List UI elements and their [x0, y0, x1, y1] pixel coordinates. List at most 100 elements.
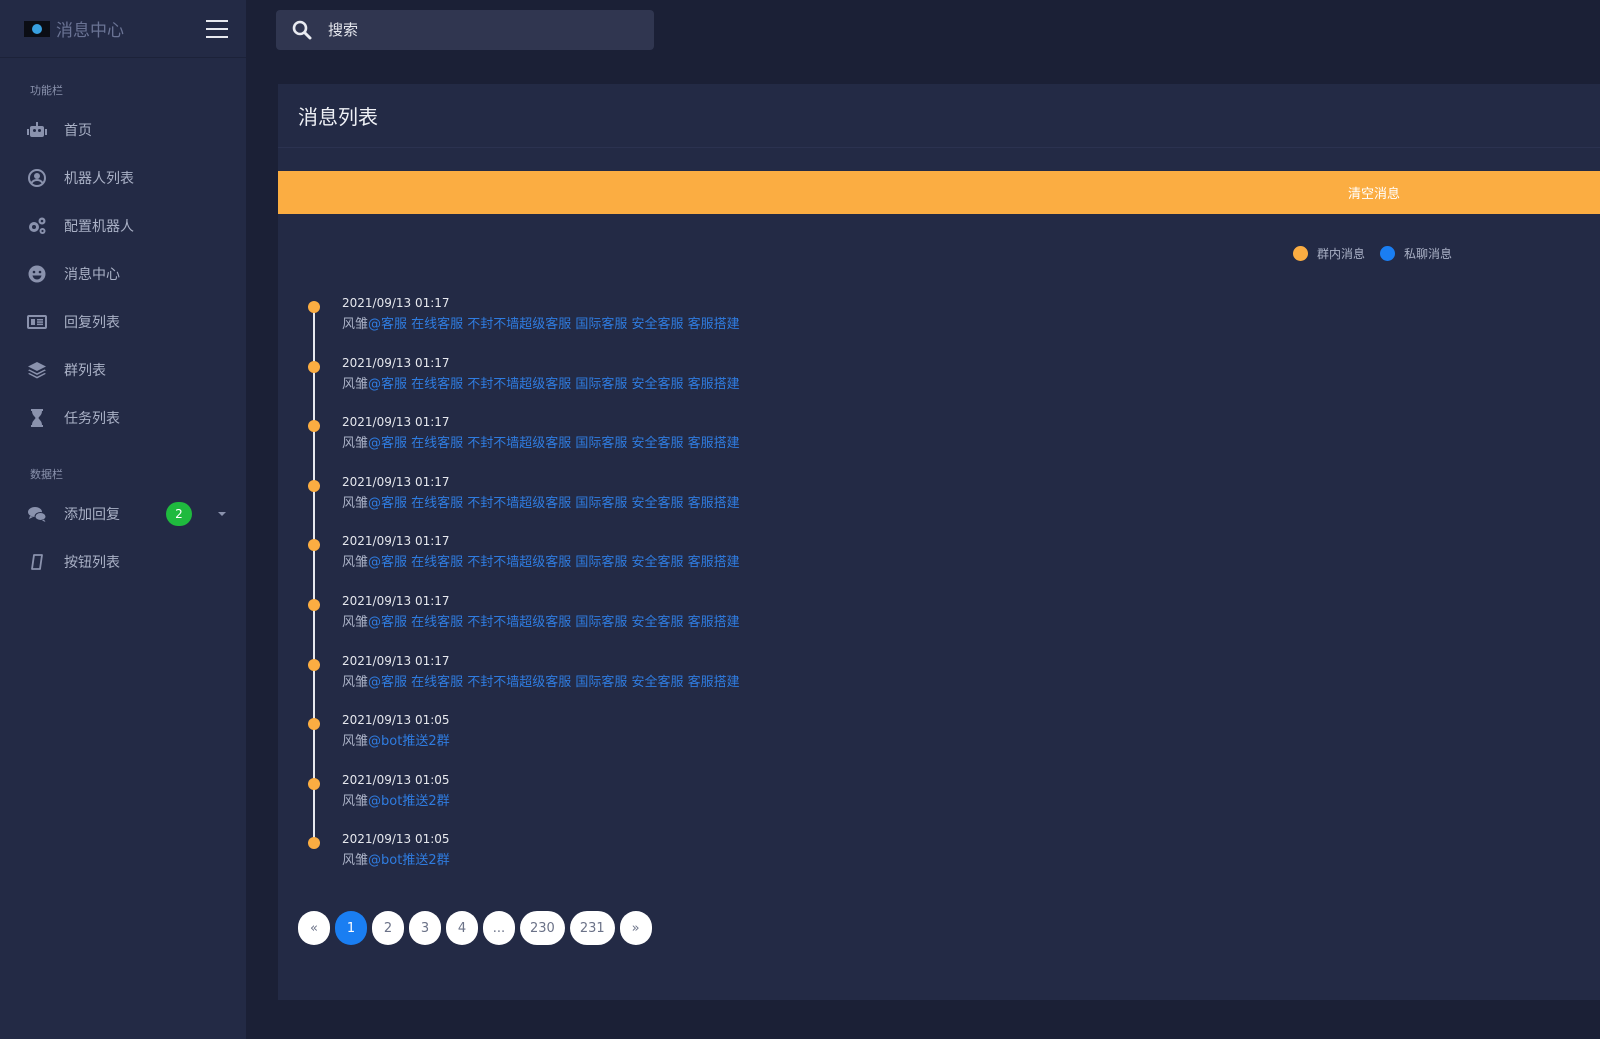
comments-icon: [26, 503, 48, 525]
message-link[interactable]: @客服 在线客服 不封不墙超级客服 国际客服 安全客服 客服搭建: [368, 496, 740, 511]
timeline-dot: [308, 598, 320, 611]
sidebar-item-home[interactable]: 首页: [0, 106, 246, 154]
message-link[interactable]: @bot推送2群: [368, 794, 450, 809]
page-title: 消息列表: [278, 84, 1600, 148]
menu-toggle-button[interactable]: [206, 19, 228, 38]
legend-label: 私聊消息: [1404, 247, 1453, 261]
message-time: 2021/09/13 01:17: [342, 474, 450, 489]
pagination-prev-button[interactable]: «: [298, 911, 330, 945]
message-time: 2021/09/13 01:17: [342, 593, 450, 608]
sidebar-item-group-list[interactable]: 群列表: [0, 346, 246, 394]
pagination-next-button[interactable]: »: [619, 911, 652, 945]
legend-dot: [1293, 246, 1308, 261]
sidebar-item-label: 添加回复: [64, 507, 120, 523]
message-link[interactable]: @客服 在线客服 不封不墙超级客服 国际客服 安全客服 客服搭建: [368, 317, 740, 332]
timeline-dot: [308, 718, 320, 731]
sidebar-item-reply-list[interactable]: 回复列表: [0, 298, 246, 346]
topbar: [246, 0, 1600, 60]
message-link[interactable]: @客服 在线客服 不封不墙超级客服 国际客服 安全客服 客服搭建: [368, 615, 740, 630]
sidebar-item-add-reply[interactable]: 添加回复 2: [0, 490, 246, 538]
tablet-icon: [26, 551, 48, 573]
section-title-data: 数据栏: [30, 468, 63, 481]
message-link[interactable]: @客服 在线客服 不封不墙超级客服 国际客服 安全客服 客服搭建: [368, 675, 740, 690]
chevron-down-icon[interactable]: [218, 512, 226, 516]
sidebar-item-robot-list[interactable]: 机器人列表: [0, 154, 246, 202]
pagination-page-button[interactable]: 4: [446, 911, 478, 945]
message-link[interactable]: @客服 在线客服 不封不墙超级客服 国际客服 安全客服 客服搭建: [368, 436, 740, 451]
list-item: 2021/09/13 01:05 风雏@bot推送2群: [306, 830, 1206, 890]
robot-icon: [26, 119, 48, 141]
brand-title: 消息中心: [56, 21, 124, 41]
message-sender: 风雏: [342, 376, 369, 392]
list-item: 2021/09/13 01:17 风雏@客服 在线客服 不封不墙超级客服 国际客…: [306, 473, 1206, 533]
list-item: 2021/09/13 01:05 风雏@bot推送2群: [306, 771, 1206, 831]
legend: 群内消息 私聊消息: [1293, 245, 1467, 262]
pagination: « 1 2 3 4 ... 230 231 »: [298, 911, 657, 945]
message-time: 2021/09/13 01:17: [342, 653, 450, 668]
logo-icon: [24, 20, 50, 37]
count-badge: 2: [166, 502, 192, 526]
message-link[interactable]: @bot推送2群: [368, 734, 450, 749]
message-sender: 风雏: [342, 674, 369, 690]
list-card-icon: [26, 311, 48, 333]
message-time: 2021/09/13 01:05: [342, 772, 450, 787]
hamburger-icon: [206, 19, 228, 22]
sidebar-item-message-center[interactable]: 消息中心: [0, 250, 246, 298]
pagination-page-button[interactable]: 231: [569, 911, 615, 945]
sidebar-item-config-robot[interactable]: 配置机器人: [0, 202, 246, 250]
message-sender: 风雏: [342, 614, 369, 630]
section-title-functions: 功能栏: [30, 84, 63, 97]
message-sender: 风雏: [342, 734, 369, 750]
message-sender: 风雏: [342, 436, 369, 452]
search-box[interactable]: [276, 10, 654, 50]
user-circle-icon: [26, 167, 48, 189]
pagination-ellipsis: ...: [483, 911, 515, 945]
sidebar-item-task-list[interactable]: 任务列表: [0, 394, 246, 442]
sidebar-item-label: 回复列表: [64, 315, 120, 331]
pagination-page-button[interactable]: 230: [520, 911, 565, 945]
search-input[interactable]: [328, 21, 628, 39]
pagination-page-button[interactable]: 1: [335, 911, 367, 945]
message-sender: 风雏: [342, 317, 369, 332]
message-time: 2021/09/13 01:05: [342, 713, 450, 728]
sidebar-item-label: 按钮列表: [64, 555, 120, 571]
timeline-dot: [308, 360, 320, 373]
pagination-page-button[interactable]: 3: [409, 911, 441, 945]
timeline-dot: [308, 420, 320, 433]
pagination-page-button[interactable]: 2: [372, 911, 404, 945]
sidebar-item-button-list[interactable]: 按钮列表: [0, 538, 246, 586]
smile-icon: [26, 263, 48, 285]
hourglass-icon: [26, 407, 48, 429]
legend-item-private: 私聊消息: [1380, 245, 1452, 262]
message-link[interactable]: @客服 在线客服 不封不墙超级客服 国际客服 安全客服 客服搭建: [368, 377, 740, 392]
sidebar-item-label: 群列表: [64, 363, 106, 379]
message-time: 2021/09/13 01:17: [342, 415, 450, 430]
message-link[interactable]: @客服 在线客服 不封不墙超级客服 国际客服 安全客服 客服搭建: [368, 555, 740, 570]
list-item: 2021/09/13 01:17 风雏@客服 在线客服 不封不墙超级客服 国际客…: [306, 652, 1206, 712]
legend-item-group: 群内消息: [1293, 245, 1365, 262]
sidebar-item-label: 首页: [64, 123, 92, 139]
timeline-dot: [308, 301, 320, 313]
sidebar-item-label: 机器人列表: [64, 171, 134, 187]
message-time: 2021/09/13 01:05: [342, 832, 450, 847]
list-item: 2021/09/13 01:05 风雏@bot推送2群: [306, 711, 1206, 771]
legend-dot: [1380, 246, 1396, 261]
message-time: 2021/09/13 01:17: [342, 355, 450, 370]
message-timeline: 2021/09/13 01:17 风雏@客服 在线客服 不封不墙超级客服 国际客…: [306, 294, 1206, 890]
sidebar-item-label: 任务列表: [64, 411, 120, 427]
message-list-card: 消息列表 清空消息 群内消息 私聊消息 2021/09/13 01:17 风雏@…: [278, 84, 1600, 1000]
search-icon: [292, 20, 312, 40]
list-item: 2021/09/13 01:17 风雏@客服 在线客服 不封不墙超级客服 国际客…: [306, 532, 1206, 592]
sidebar: 消息中心 功能栏 首页 机器人列表 配置机器人 消息中心 回复列表 群列表 任务…: [0, 0, 246, 1039]
message-sender: 风雏: [342, 495, 369, 511]
list-item: 2021/09/13 01:17 风雏@客服 在线客服 不封不墙超级客服 国际客…: [306, 294, 1206, 354]
list-item: 2021/09/13 01:17 风雏@客服 在线客服 不封不墙超级客服 国际客…: [306, 354, 1206, 414]
timeline-dot: [308, 658, 320, 671]
list-item: 2021/09/13 01:17 风雏@客服 在线客服 不封不墙超级客服 国际客…: [306, 413, 1206, 473]
gears-icon: [26, 215, 48, 237]
layers-icon: [26, 359, 48, 381]
sidebar-header: 消息中心: [0, 0, 246, 58]
message-link[interactable]: @bot推送2群: [368, 853, 450, 868]
timeline-dot: [308, 539, 320, 552]
clear-messages-button[interactable]: 清空消息: [278, 171, 1600, 214]
